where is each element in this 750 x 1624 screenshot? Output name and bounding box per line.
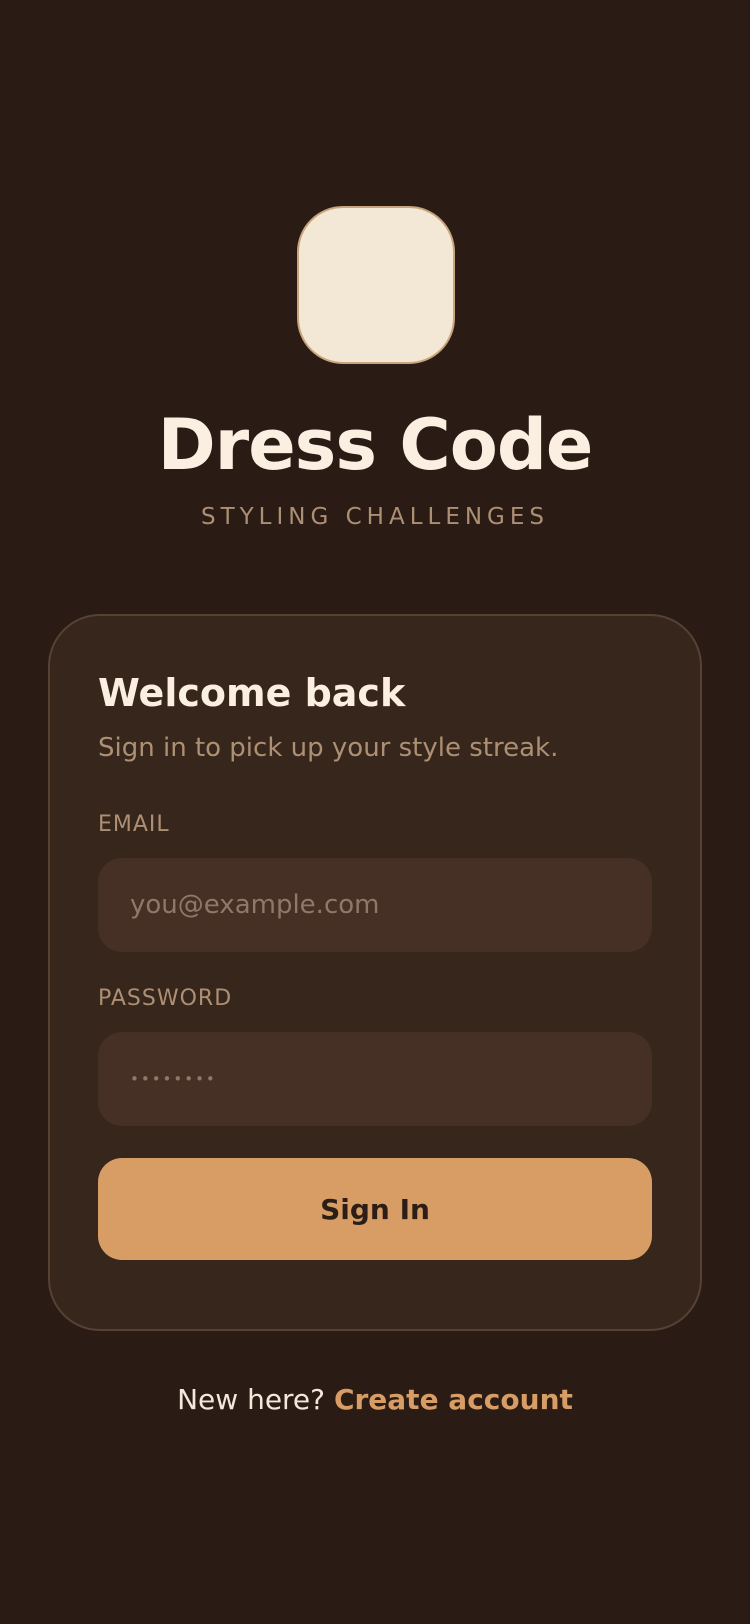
app-title: Dress Code: [157, 404, 594, 486]
password-field[interactable]: [98, 1032, 652, 1126]
create-account-link[interactable]: Create account: [334, 1383, 573, 1416]
app-subtitle: STYLING CHALLENGES: [200, 504, 550, 530]
card-subtitle: Sign in to pick up your style streak.: [98, 733, 559, 763]
password-label: PASSWORD: [98, 986, 233, 1011]
sign-in-button[interactable]: Sign In: [98, 1158, 652, 1260]
app-logo-icon: [297, 206, 455, 364]
sign-in-card: Welcome back Sign in to pick up your sty…: [48, 614, 702, 1331]
footer-prompt: New here?: [177, 1383, 326, 1416]
card-title: Welcome back: [98, 671, 406, 715]
email-field[interactable]: [98, 858, 652, 952]
footer: New here? Create account: [0, 1380, 750, 1420]
email-label: EMAIL: [98, 812, 170, 837]
